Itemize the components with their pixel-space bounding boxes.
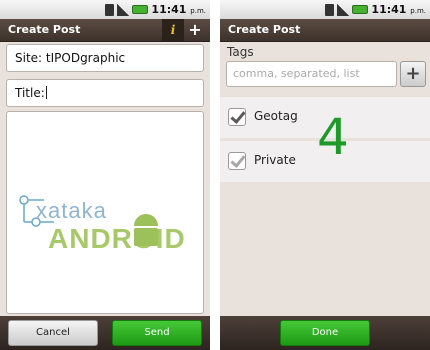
add-tag-button[interactable]: + — [400, 61, 426, 87]
send-button[interactable]: Send — [112, 320, 202, 346]
battery-icon — [132, 5, 149, 14]
status-bar: 11:41 p.m. — [0, 0, 210, 20]
android-robot-icon — [134, 214, 158, 246]
tags-input[interactable]: comma, separated, list — [226, 61, 397, 87]
site-selector[interactable]: Site: tIPODgraphic — [6, 44, 204, 72]
logo-text-android: ANDROID — [48, 223, 186, 254]
cancel-button[interactable]: Cancel — [8, 320, 98, 346]
info-button[interactable]: i — [162, 19, 184, 41]
private-checkbox[interactable] — [228, 152, 246, 170]
signal-icon — [117, 3, 130, 16]
geotag-checkbox[interactable] — [228, 108, 246, 126]
bottom-bar: Done — [220, 316, 430, 350]
status-bar: 11:41 p.m. — [220, 0, 430, 20]
clock: 11:41 p.m. — [151, 3, 206, 16]
xataka-android-logo: xataka ANDROID — [19, 195, 186, 254]
signal-icon — [337, 3, 350, 16]
title-field-label: Title: — [15, 86, 47, 100]
screen-title: Create Post — [228, 23, 301, 36]
plus-icon: + — [405, 63, 421, 84]
title-bar: Create Post i + — [0, 19, 210, 42]
title-field[interactable]: Title: — [6, 79, 204, 107]
sd-card-icon — [105, 3, 115, 16]
battery-icon — [352, 5, 369, 14]
logo-text-xataka: xataka — [36, 198, 107, 223]
title-bar: Create Post — [220, 19, 430, 42]
clock: 11:41 p.m. — [371, 3, 426, 16]
create-post-screen: 11:41 p.m. Create Post i + Site: tIPODgr… — [0, 0, 210, 350]
step-number: 4 — [317, 108, 349, 166]
done-button[interactable]: Done — [280, 320, 370, 346]
status-icons: 11:41 p.m. — [325, 2, 426, 17]
private-label: Private — [254, 153, 296, 167]
add-button[interactable]: + — [186, 19, 204, 41]
screen-title: Create Post — [8, 23, 81, 36]
geotag-label: Geotag — [254, 109, 298, 123]
tags-label: Tags — [227, 45, 254, 59]
site-selector-label: Site: tIPODgraphic — [15, 51, 126, 65]
tags-screen: 11:41 p.m. Create Post Tags comma, separ… — [220, 0, 430, 350]
status-icons: 11:41 p.m. — [105, 2, 206, 17]
tags-placeholder: comma, separated, list — [233, 67, 360, 80]
text-cursor — [45, 86, 47, 99]
sd-card-icon — [325, 3, 335, 16]
bottom-bar: Cancel Send — [0, 316, 210, 350]
